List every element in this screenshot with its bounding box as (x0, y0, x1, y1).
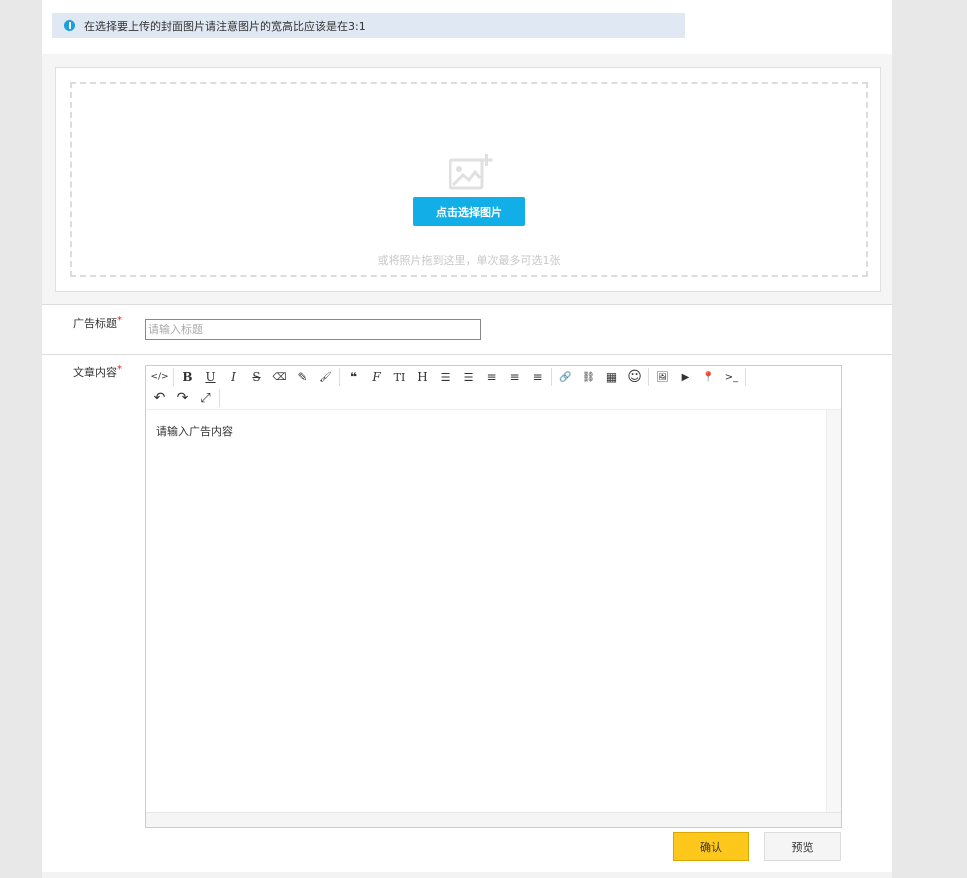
emoji-icon[interactable]: ☺ (623, 367, 646, 387)
form-area: 广告标题* 文章内容* </> B U I S ⌫ ✎ 🖌 ❝ (42, 304, 892, 878)
undo-icon[interactable]: ↶ (148, 388, 171, 408)
toolbar-row-2: ↶ ↷ ⤢ (148, 388, 222, 408)
code-view-icon[interactable]: </> (148, 367, 171, 387)
toolbar-row-1: </> B U I S ⌫ ✎ 🖌 ❝ F TI H ☰ ☰ ≡ ≡ ≡ 🔗 ⛓… (148, 367, 748, 387)
bottom-strip (42, 872, 892, 878)
vertical-scrollbar[interactable] (826, 410, 841, 812)
ordered-list-icon[interactable]: ☰ (457, 367, 480, 387)
upload-dropzone[interactable]: 点击选择图片 或将照片拖到这里，单次最多可选1张 (70, 82, 868, 277)
notice-bar: 在选择要上传的封面图片请注意图片的宽高比应该是在3:1 (52, 13, 685, 38)
unlink-icon[interactable]: ⛓ (577, 367, 600, 387)
font-size-icon[interactable]: TI (388, 367, 411, 387)
align-right-icon[interactable]: ≡ (526, 367, 549, 387)
toolbar-separator (551, 368, 552, 386)
brush-icon[interactable]: 🖌 (314, 367, 337, 387)
pencil-icon[interactable]: ✎ (291, 367, 314, 387)
content-label-text: 文章内容 (73, 366, 117, 379)
toolbar-separator (219, 389, 220, 407)
align-center-icon[interactable]: ≡ (503, 367, 526, 387)
table-icon[interactable]: ▦ (600, 367, 623, 387)
title-label: 广告标题* (73, 315, 122, 331)
info-icon (64, 20, 75, 31)
content-label: 文章内容* (73, 364, 122, 380)
quote-icon[interactable]: ❝ (342, 367, 365, 387)
bold-icon[interactable]: B (176, 367, 199, 387)
editor-placeholder-text: 请输入广告内容 (156, 425, 233, 438)
notice-text: 在选择要上传的封面图片请注意图片的宽高比应该是在3:1 (84, 19, 366, 33)
required-mark: * (117, 364, 122, 375)
video-icon[interactable]: ▶ (674, 367, 697, 387)
toolbar-separator (339, 368, 340, 386)
map-marker-icon[interactable]: 📍 (697, 367, 720, 387)
font-family-icon[interactable]: F (365, 367, 388, 387)
italic-icon[interactable]: I (222, 367, 245, 387)
unordered-list-icon[interactable]: ☰ (434, 367, 457, 387)
preview-button[interactable]: 预览 (764, 832, 841, 861)
image-add-icon (449, 154, 493, 190)
link-icon[interactable]: 🔗 (554, 367, 577, 387)
rich-text-editor: </> B U I S ⌫ ✎ 🖌 ❝ F TI H ☰ ☰ ≡ ≡ ≡ 🔗 ⛓… (145, 365, 842, 828)
required-mark: * (117, 315, 122, 326)
editor-toolbar: </> B U I S ⌫ ✎ 🖌 ❝ F TI H ☰ ☰ ≡ ≡ ≡ 🔗 ⛓… (146, 366, 841, 410)
content-panel: 在选择要上传的封面图片请注意图片的宽高比应该是在3:1 点击选择图片 或将照片拖… (42, 0, 892, 878)
align-left-icon[interactable]: ≡ (480, 367, 503, 387)
editor-content-area[interactable]: 请输入广告内容 (146, 410, 826, 812)
strikethrough-icon[interactable]: S (245, 367, 268, 387)
select-image-button[interactable]: 点击选择图片 (413, 197, 525, 226)
upload-box: 点击选择图片 或将照片拖到这里，单次最多可选1张 (55, 67, 881, 292)
row-divider (42, 354, 892, 355)
notice-area: 在选择要上传的封面图片请注意图片的宽高比应该是在3:1 (42, 0, 892, 54)
fullscreen-icon[interactable]: ⤢ (194, 388, 217, 408)
title-input[interactable] (145, 319, 481, 340)
eraser-icon[interactable]: ⌫ (268, 367, 291, 387)
redo-icon[interactable]: ↷ (171, 388, 194, 408)
title-label-text: 广告标题 (73, 317, 117, 330)
confirm-button[interactable]: 确认 (673, 832, 749, 861)
terminal-icon[interactable]: >_ (720, 367, 743, 387)
upload-hint: 或将照片拖到这里，单次最多可选1张 (377, 254, 561, 267)
toolbar-separator (745, 368, 746, 386)
image-icon[interactable]: 🖼 (651, 367, 674, 387)
horizontal-scrollbar[interactable] (146, 812, 841, 827)
toolbar-separator (648, 368, 649, 386)
toolbar-separator (173, 368, 174, 386)
heading-icon[interactable]: H (411, 367, 434, 387)
underline-icon[interactable]: U (199, 367, 222, 387)
